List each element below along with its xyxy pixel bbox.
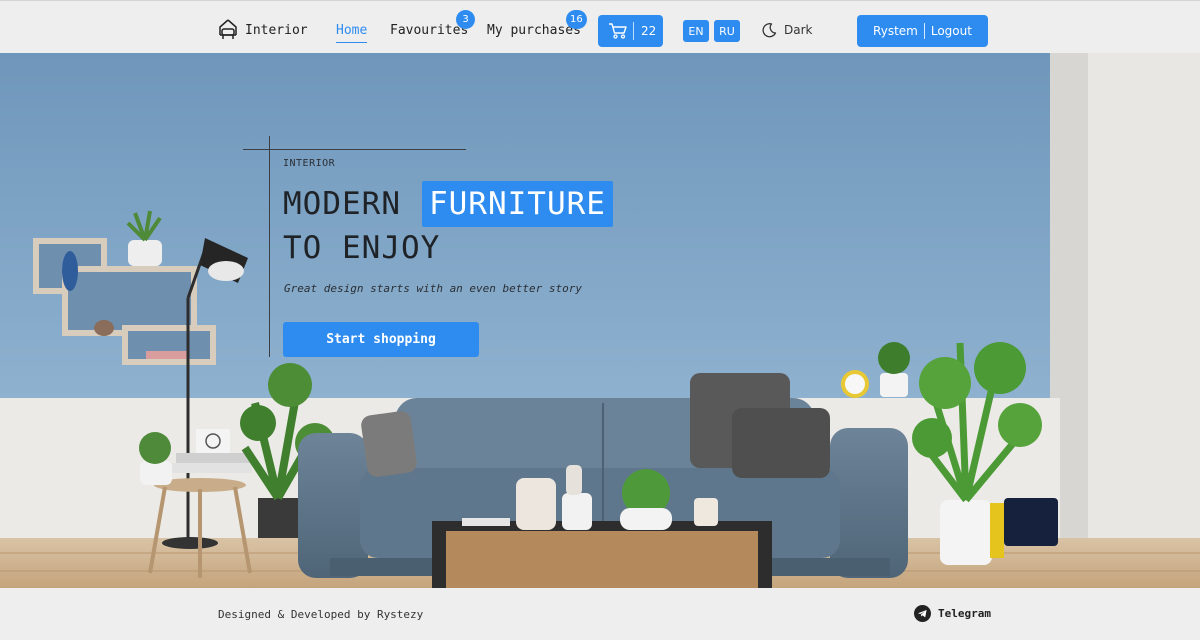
- hero-headline-accent: FURNITURE: [421, 181, 613, 227]
- nav-purchases-link[interactable]: My purchases: [487, 23, 581, 38]
- hero-frame-line-left: [269, 136, 270, 357]
- living-room-photo: [0, 53, 1200, 588]
- hero-banner: INTERIOR MODERN FURNITURE TO ENJOY Great…: [0, 53, 1200, 588]
- cart-button[interactable]: 22: [598, 15, 663, 47]
- cart-item-count: 22: [641, 24, 657, 38]
- logout-label: Logout: [930, 24, 972, 38]
- nav-home-link[interactable]: Home: [336, 23, 368, 43]
- hero-headline-word: MODERN: [283, 186, 401, 222]
- language-ru-button[interactable]: RU: [714, 20, 740, 42]
- telegram-link[interactable]: Telegram: [914, 605, 991, 622]
- telegram-label: Telegram: [938, 607, 991, 620]
- language-en-button[interactable]: EN: [683, 20, 709, 42]
- page-footer: Designed & Developed by Rystezy Telegram: [0, 588, 1200, 640]
- telegram-icon: [914, 605, 931, 622]
- hero-subtitle: Great design starts with an even better …: [284, 282, 583, 295]
- top-navbar: Interior Home Favourites 3 My purchases …: [0, 0, 1200, 53]
- moon-icon: [762, 23, 777, 38]
- cart-divider: [633, 22, 634, 40]
- brand-name: Interior: [245, 22, 308, 38]
- theme-label: Dark: [784, 23, 813, 37]
- footer-credit: Designed & Developed by Rystezy: [218, 608, 424, 621]
- brand-logo[interactable]: Interior: [217, 19, 308, 41]
- armchair-logo-icon: [219, 19, 237, 39]
- nav-favourites-link[interactable]: Favourites: [390, 23, 468, 38]
- start-shopping-button[interactable]: Start shopping: [283, 322, 479, 357]
- hero-frame-line-top: [243, 149, 466, 150]
- purchases-count-badge: 16: [566, 10, 587, 29]
- favourites-count-badge: 3: [456, 10, 475, 29]
- hero-headline-line1: MODERN FURNITURE: [283, 181, 613, 227]
- hero-kicker: INTERIOR: [283, 158, 336, 169]
- hero-headline-line2: TO ENJOY: [283, 230, 441, 266]
- user-name: Rystem: [873, 24, 918, 38]
- shopping-cart-icon: [609, 23, 627, 39]
- dark-theme-toggle[interactable]: Dark: [761, 22, 812, 38]
- user-divider: [923, 23, 925, 39]
- user-logout-button[interactable]: Rystem Logout: [857, 15, 988, 47]
